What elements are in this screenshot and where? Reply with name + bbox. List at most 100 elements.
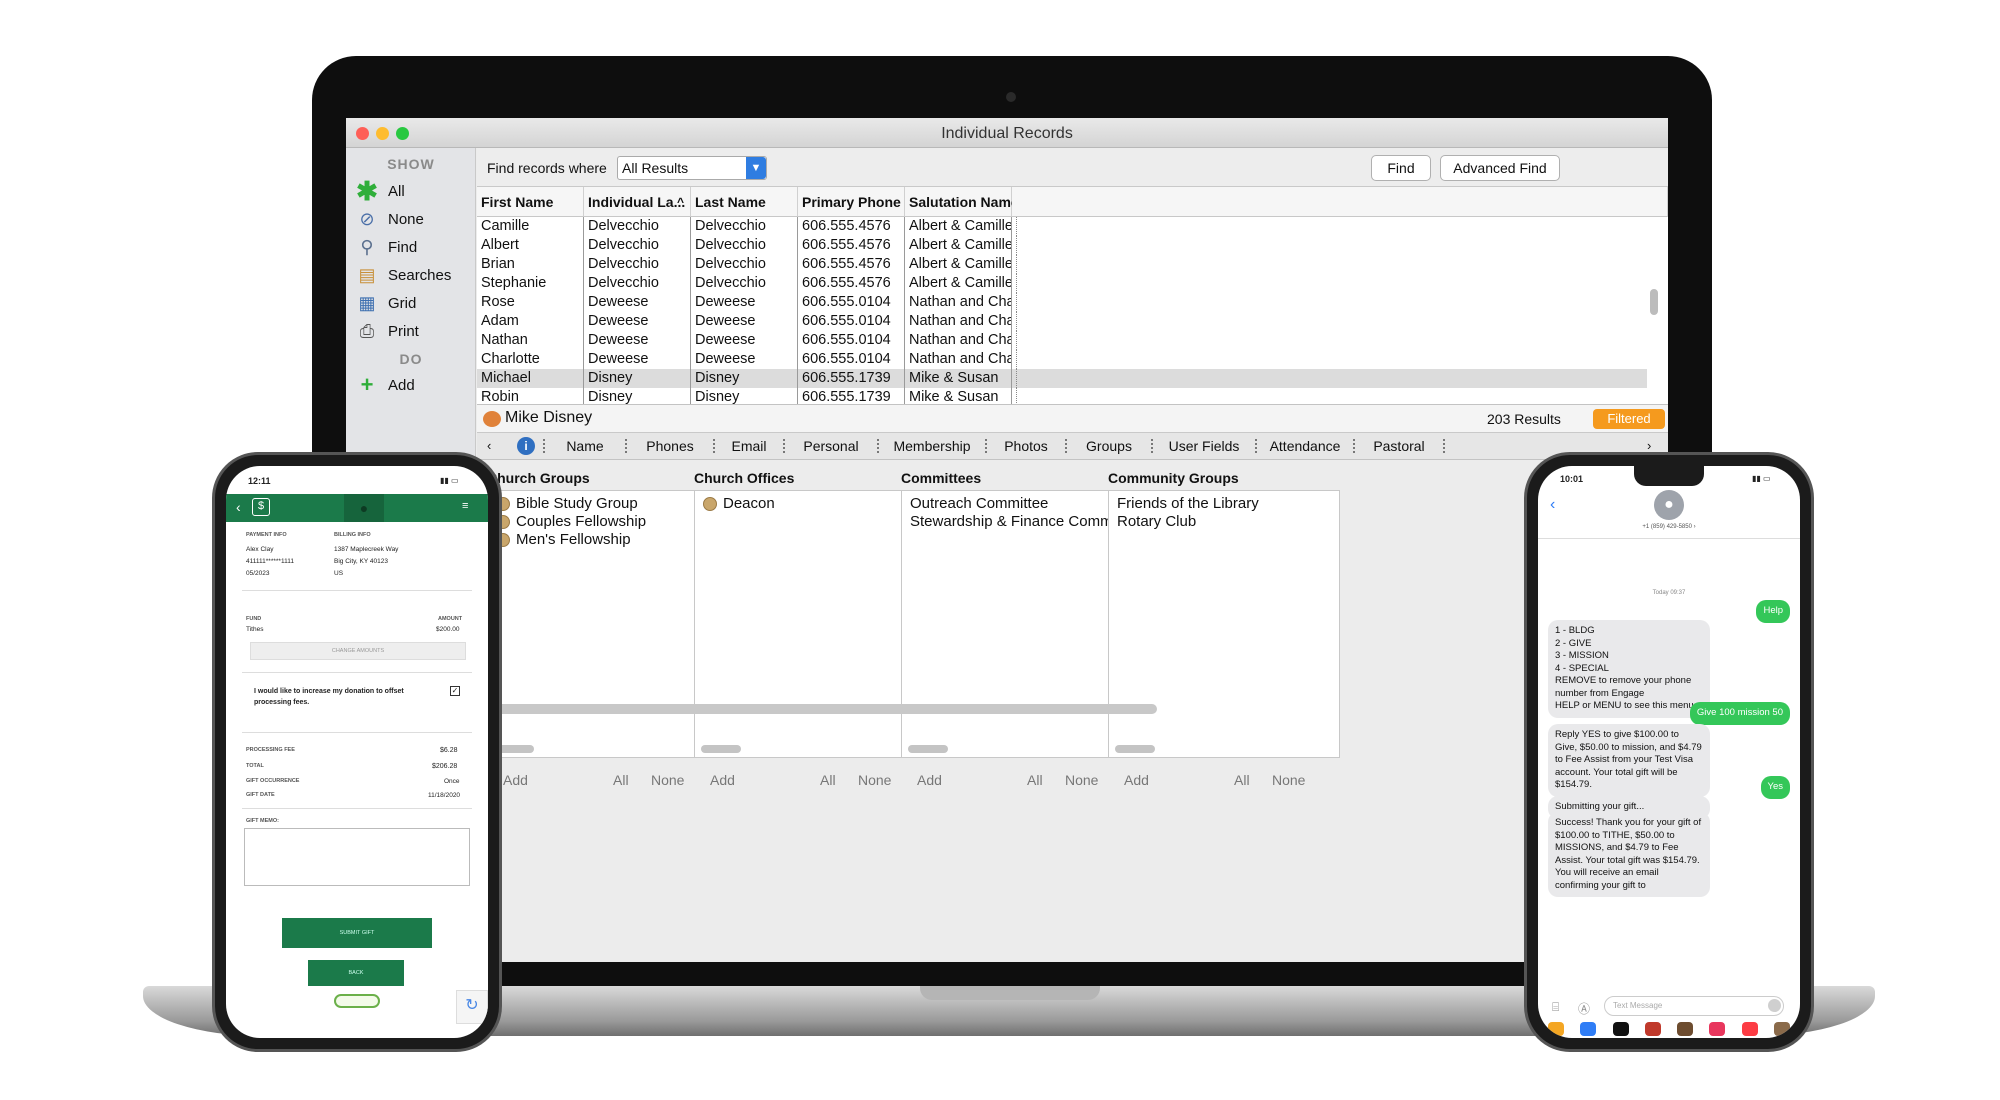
tab-personal[interactable]: Personal xyxy=(787,438,875,454)
tab-phones[interactable]: Phones xyxy=(629,438,711,454)
list-item[interactable]: Rotary Club xyxy=(1117,513,1196,530)
list-scrollbar[interactable] xyxy=(701,745,741,753)
sidebar-item-label: None xyxy=(388,211,424,228)
none-button[interactable]: None xyxy=(1272,772,1305,788)
tab-user-fields[interactable]: User Fields xyxy=(1155,438,1253,454)
table-row[interactable]: CharlotteDeweeseDeweese606.555.0104Natha… xyxy=(477,350,1647,369)
menu-icon[interactable]: ≡ xyxy=(462,500,468,512)
table-row[interactable]: MichaelDisneyDisney606.555.1739Mike & Su… xyxy=(477,369,1647,388)
column-header-first-name[interactable]: First Name xyxy=(477,187,584,217)
animoji-app-icon[interactable] xyxy=(1677,1022,1693,1036)
add-button[interactable]: Add xyxy=(1124,772,1149,788)
list-item[interactable]: Stewardship & Finance Committee xyxy=(910,513,1141,530)
music-app-icon[interactable] xyxy=(1742,1022,1758,1036)
tab-attendance[interactable]: Attendance xyxy=(1259,438,1351,454)
sidebar-item-print[interactable]: ⎙Print xyxy=(356,318,419,344)
find-criteria-select[interactable]: All Results▼ xyxy=(617,156,767,180)
table-row[interactable]: RoseDeweeseDeweese606.555.0104Nathan and… xyxy=(477,293,1647,312)
recaptcha-icon[interactable]: ↻ xyxy=(456,990,488,1024)
column-header-primary-phone[interactable]: Primary Phone xyxy=(798,187,905,217)
tab-name[interactable]: Name xyxy=(547,438,623,454)
table-row[interactable]: AlbertDelvecchioDelvecchio606.555.4576Al… xyxy=(477,236,1647,255)
chevron-right-icon[interactable]: › xyxy=(1647,438,1651,453)
advanced-find-button[interactable]: Advanced Find xyxy=(1440,155,1560,181)
list-scrollbar[interactable] xyxy=(1115,745,1155,753)
all-button[interactable]: All xyxy=(1234,772,1250,788)
chevron-left-icon[interactable]: ‹ xyxy=(487,438,491,453)
list-item[interactable]: Bible Study Group xyxy=(496,495,638,512)
list-item[interactable]: Deacon xyxy=(703,495,775,512)
all-button[interactable]: All xyxy=(613,772,629,788)
appstore-app-icon[interactable] xyxy=(1580,1022,1596,1036)
vertical-scrollbar[interactable] xyxy=(1650,289,1658,315)
add-button[interactable]: Add xyxy=(503,772,528,788)
payment-info-label: PAYMENT INFO xyxy=(246,532,287,538)
contact-number[interactable]: +1 (859) 429-5850 › xyxy=(1538,524,1800,530)
tab-groups[interactable]: Groups xyxy=(1069,438,1149,454)
table-row[interactable]: BrianDelvecchioDelvecchio606.555.4576Alb… xyxy=(477,255,1647,274)
secure-badge-icon xyxy=(334,994,380,1008)
camera-icon[interactable]: ⌸ xyxy=(1552,1000,1559,1015)
back-chevron-icon[interactable]: ‹ xyxy=(236,499,241,515)
message-input[interactable]: Text Message xyxy=(1604,996,1784,1016)
all-button[interactable]: All xyxy=(1027,772,1043,788)
tab-pastoral[interactable]: Pastoral xyxy=(1357,438,1441,454)
send-icon[interactable] xyxy=(1768,999,1781,1012)
list-item-label: Outreach Committee xyxy=(910,495,1048,512)
tab-membership[interactable]: Membership xyxy=(881,438,983,454)
tab-photos[interactable]: Photos xyxy=(989,438,1063,454)
info-icon[interactable]: i xyxy=(517,437,535,455)
table-row[interactable]: NathanDeweeseDeweese606.555.0104Nathan a… xyxy=(477,331,1647,350)
list-item[interactable]: Outreach Committee xyxy=(910,495,1048,512)
sidebar-item-find[interactable]: ⚲Find xyxy=(356,234,417,260)
none-button[interactable]: None xyxy=(1065,772,1098,788)
list-item[interactable]: Men's Fellowship xyxy=(496,531,631,548)
change-amounts-button[interactable]: CHANGE AMOUNTS xyxy=(250,642,466,660)
horizontal-scrollbar[interactable] xyxy=(477,704,1157,714)
submit-gift-button[interactable]: SUBMIT GIFT xyxy=(282,918,432,948)
appstore-icon[interactable]: Ⓐ xyxy=(1578,1000,1590,1017)
profile-icon[interactable]: ● xyxy=(344,494,384,522)
offset-fees-checkbox[interactable]: ✓ xyxy=(450,686,460,696)
list-item[interactable]: Couples Fellowship xyxy=(496,513,646,530)
table-row[interactable]: AdamDeweeseDeweese606.555.0104Nathan and… xyxy=(477,312,1647,331)
back-button[interactable]: BACK xyxy=(308,960,404,986)
none-button[interactable]: None xyxy=(858,772,891,788)
tab-email[interactable]: Email xyxy=(717,438,781,454)
memo-label: GIFT MEMO: xyxy=(246,818,279,824)
list-item-label: Couples Fellowship xyxy=(516,513,646,530)
filtered-badge[interactable]: Filtered xyxy=(1593,409,1665,429)
find-button[interactable]: Find xyxy=(1371,155,1431,181)
table-row[interactable]: StephanieDelvecchioDelvecchio606.555.457… xyxy=(477,274,1647,293)
list-scrollbar[interactable] xyxy=(908,745,948,753)
marketing-composite: Individual Records SHOW ✱All ⊘None ⚲Find… xyxy=(0,0,2000,1100)
sidebar-item-all[interactable]: ✱All xyxy=(356,178,405,204)
dollar-icon: $ xyxy=(252,498,270,516)
column-header-individual-last[interactable]: Individual La...^ xyxy=(584,187,691,217)
heart-app-icon[interactable] xyxy=(1709,1022,1725,1036)
gift-memo-input[interactable] xyxy=(244,828,470,886)
sidebar-item-none[interactable]: ⊘None xyxy=(356,206,424,232)
column-header-salutation[interactable]: Salutation Name xyxy=(905,187,1012,217)
table-row[interactable]: CamilleDelvecchioDelvecchio606.555.4576A… xyxy=(477,217,1647,236)
column-header-last-name[interactable]: Last Name xyxy=(691,187,798,217)
add-button[interactable]: Add xyxy=(917,772,942,788)
none-button[interactable]: None xyxy=(651,772,684,788)
all-button[interactable]: All xyxy=(820,772,836,788)
applepay-app-icon[interactable] xyxy=(1613,1022,1629,1036)
outgoing-message: Yes xyxy=(1761,776,1791,799)
table-cell: Deweese xyxy=(584,293,691,312)
sticker-app-icon[interactable] xyxy=(1774,1022,1790,1036)
billing-city: Big City, KY 40123 xyxy=(334,556,398,568)
photos-app-icon[interactable] xyxy=(1548,1022,1564,1036)
memoji-app-icon[interactable] xyxy=(1645,1022,1661,1036)
add-button[interactable]: Add xyxy=(710,772,735,788)
sidebar-item-add[interactable]: +Add xyxy=(356,372,415,398)
laptop-notch xyxy=(920,986,1100,1000)
table-row[interactable]: RobinDisneyDisney606.555.1739Mike & Susa… xyxy=(477,388,1647,404)
list-item[interactable]: Friends of the Library xyxy=(1117,495,1259,512)
back-chevron-icon[interactable]: ‹ xyxy=(1550,496,1555,514)
payment-card: 411111******1111 xyxy=(246,556,294,568)
sidebar-item-grid[interactable]: ▦Grid xyxy=(356,290,416,316)
sidebar-item-searches[interactable]: ▤Searches xyxy=(356,262,451,288)
